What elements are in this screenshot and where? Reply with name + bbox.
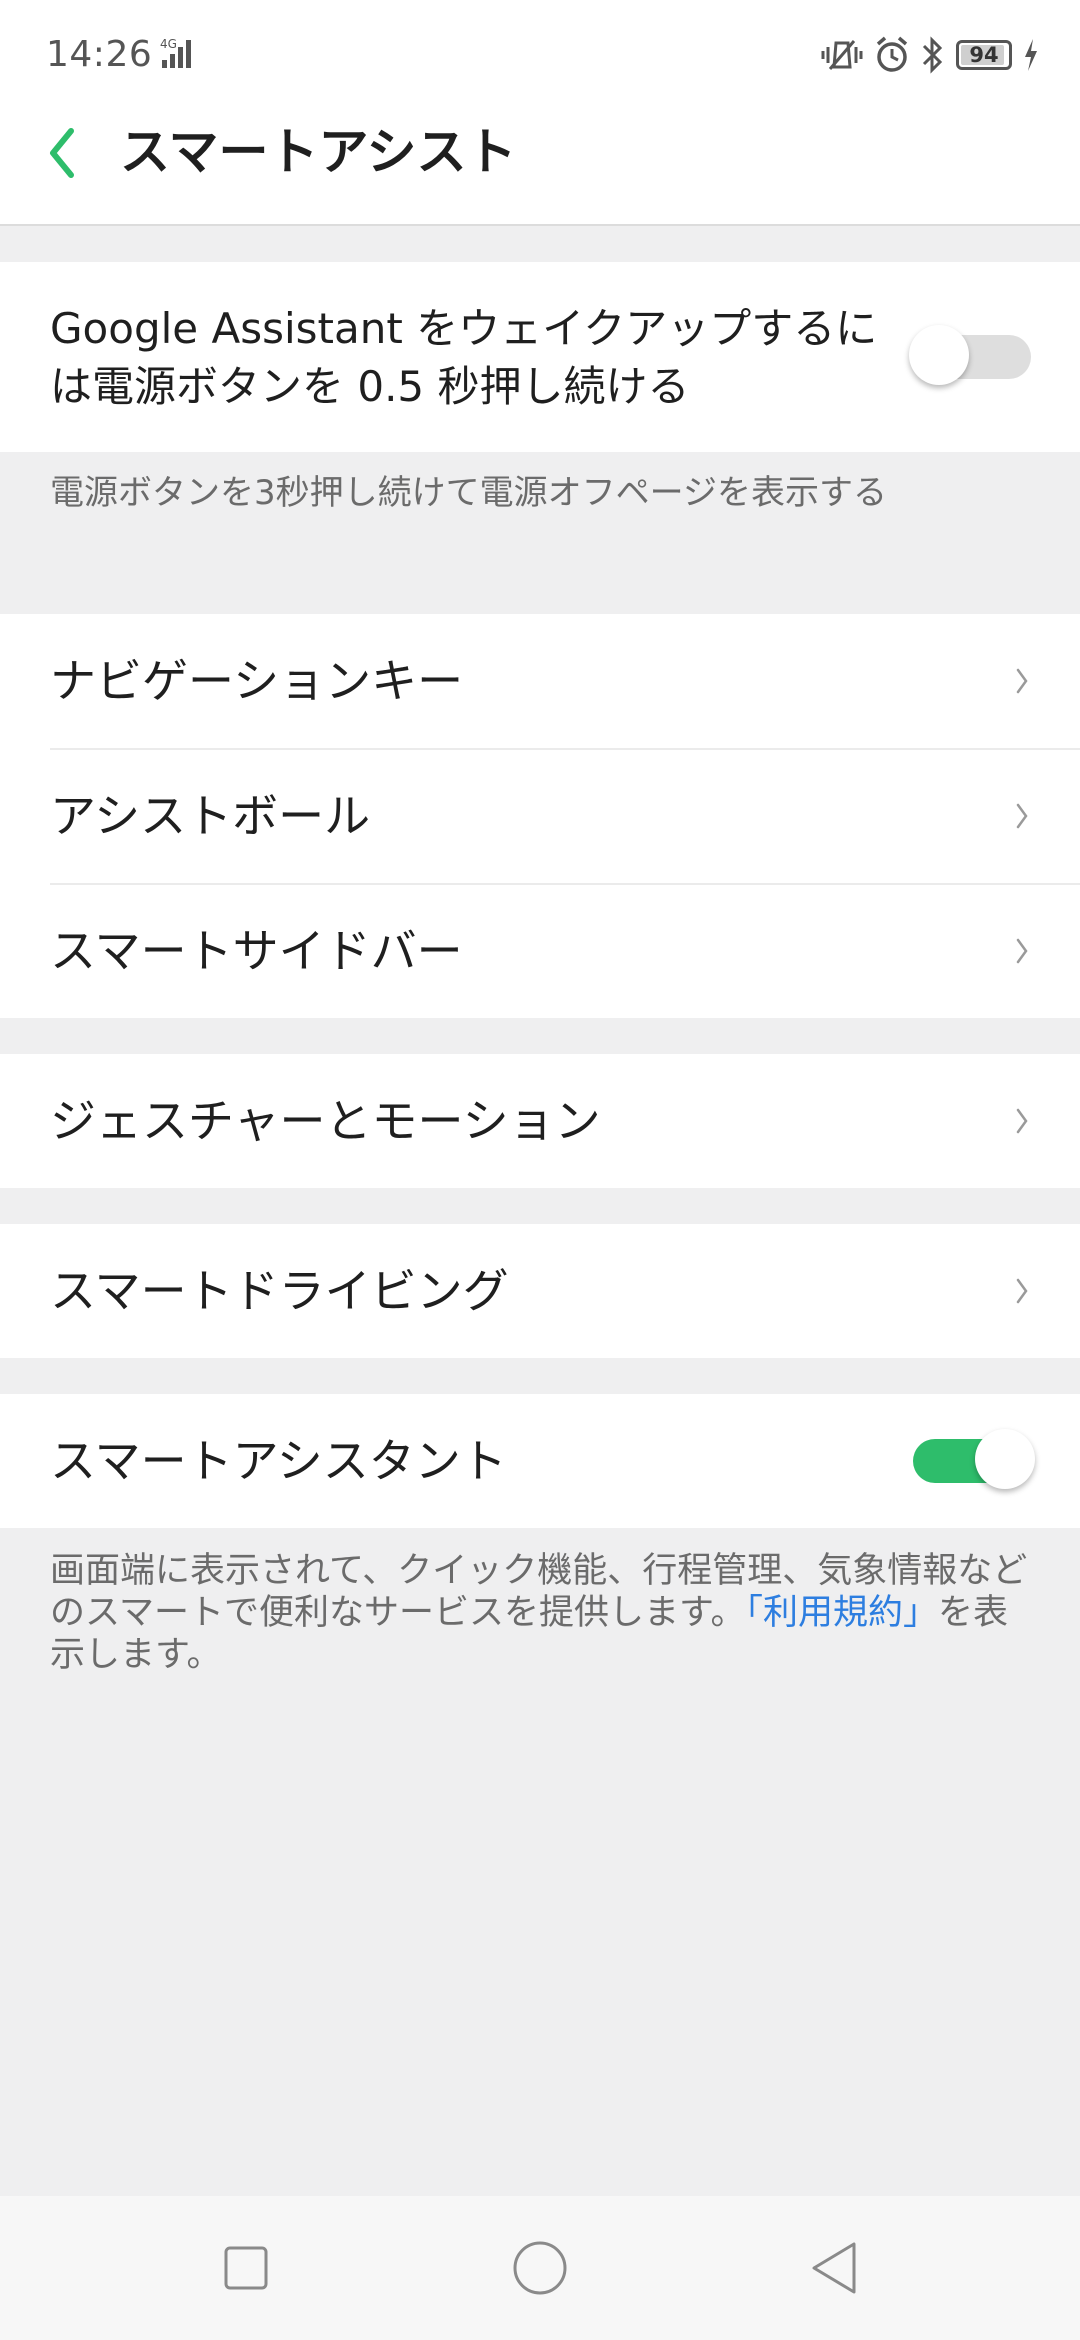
recents-button[interactable]	[214, 2236, 278, 2300]
menu-group-1: ナビゲーションキー アシストボール スマートサイドバー	[0, 614, 1080, 1018]
status-time: 14:26	[46, 34, 153, 75]
menu-item-assist-ball[interactable]: アシストボール	[0, 749, 1080, 883]
vibrate-icon	[821, 40, 863, 70]
google-assistant-description: 電源ボタンを3秒押し続けて電源オフページを表示する	[50, 473, 887, 513]
back-arrow-icon	[50, 128, 74, 178]
charging-icon	[1025, 39, 1037, 71]
smart-driving-card: スマートドライビング	[0, 1224, 1080, 1358]
back-button[interactable]	[38, 118, 86, 188]
square-icon	[224, 2246, 268, 2290]
switch-knob	[909, 325, 969, 385]
menu-item-gestures[interactable]: ジェスチャーとモーション	[0, 1054, 1080, 1188]
google-assistant-card: Google Assistant をウェイクアップするには電源ボタンを 0.5 …	[0, 262, 1080, 452]
google-assistant-switch[interactable]	[909, 325, 1031, 385]
chevron-right-icon	[1016, 1278, 1028, 1304]
menu-item-smart-driving[interactable]: スマートドライビング	[0, 1224, 1080, 1358]
battery-icon: 94	[956, 40, 1012, 70]
switch-knob	[975, 1429, 1035, 1489]
home-button[interactable]	[508, 2236, 572, 2300]
chevron-right-icon	[1016, 803, 1028, 829]
alarm-icon	[876, 36, 908, 72]
menu-item-label: ナビゲーションキー	[50, 654, 464, 708]
menu-item-navigation-keys[interactable]: ナビゲーションキー	[0, 614, 1080, 748]
network-type: 4G	[160, 37, 177, 51]
gestures-card: ジェスチャーとモーション	[0, 1054, 1080, 1188]
terms-link[interactable]: 「利用規約」	[745, 1593, 938, 1633]
navigation-bar	[0, 2196, 1080, 2340]
page-title: スマートアシスト	[120, 123, 517, 181]
triangle-back-icon	[812, 2242, 856, 2294]
top-bar: 14:26 4G 94 スマートアシスト	[0, 0, 1080, 226]
chevron-right-icon	[1016, 668, 1028, 694]
smart-assistant-label: スマートアシスタント	[50, 1434, 507, 1488]
signal-icon: 4G	[160, 37, 191, 68]
circle-icon	[513, 2241, 567, 2295]
back-nav-button[interactable]	[802, 2236, 866, 2300]
bluetooth-icon	[922, 36, 943, 74]
menu-item-smart-sidebar[interactable]: スマートサイドバー	[0, 884, 1080, 1018]
battery-level: 94	[969, 43, 999, 67]
chevron-right-icon	[1016, 938, 1028, 964]
google-assistant-label: Google Assistant をウェイクアップするには電源ボタンを 0.5 …	[50, 304, 878, 411]
menu-item-label: スマートサイドバー	[50, 924, 463, 978]
smart-assistant-card: スマートアシスタント	[0, 1394, 1080, 1528]
chevron-right-icon	[1016, 1108, 1028, 1134]
smart-assistant-description: 画面端に表示されて、クイック機能、行程管理、気象情報などのスマートで便利なサービ…	[50, 1550, 1040, 1676]
menu-item-label: ジェスチャーとモーション	[50, 1094, 601, 1148]
menu-item-label: スマートドライビング	[50, 1264, 509, 1318]
menu-item-label: アシストボール	[50, 789, 371, 843]
smart-assistant-switch[interactable]	[913, 1429, 1035, 1489]
status-icons: 94	[820, 32, 1040, 78]
